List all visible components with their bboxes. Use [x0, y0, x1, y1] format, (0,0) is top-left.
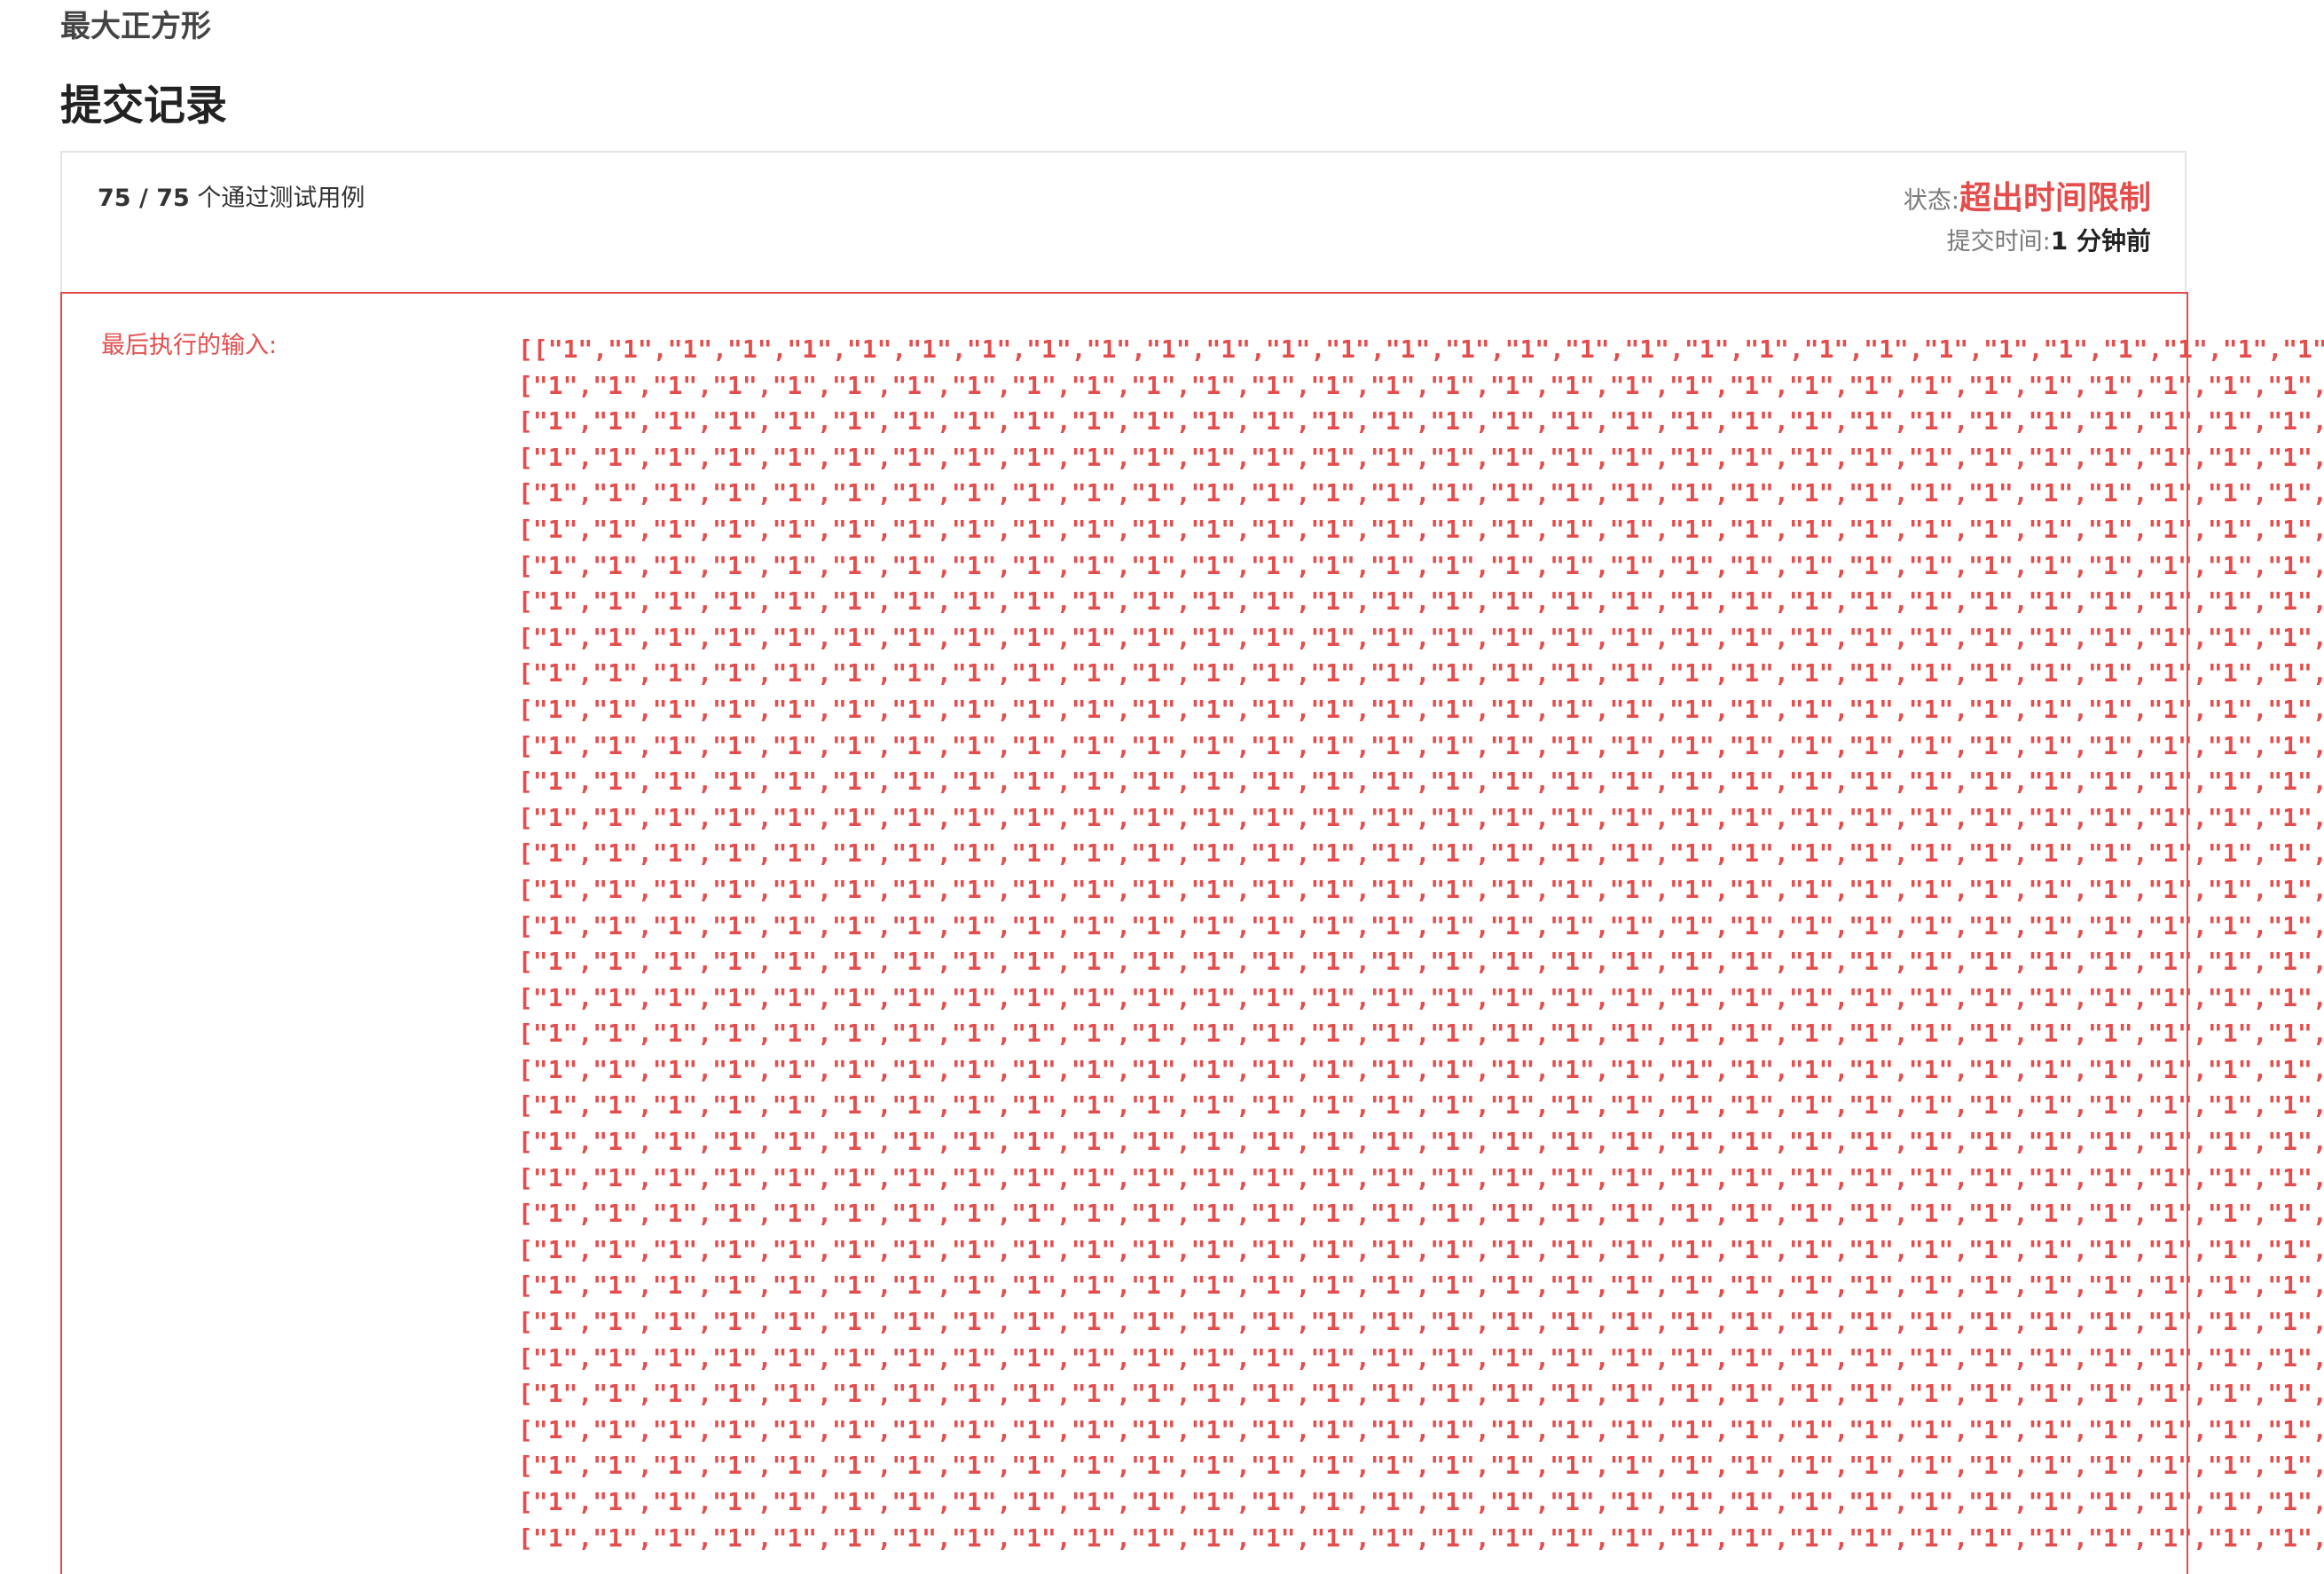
input-line: ["1","1","1","1","1","1","1","1","1","1"… — [518, 802, 2324, 832]
submit-time-label: 提交时间: — [1946, 228, 2051, 256]
input-line: ["1","1","1","1","1","1","1","1","1","1"… — [518, 478, 2324, 508]
status-row: 状态:超出时间限制 — [1904, 177, 2151, 225]
input-line: ["1","1","1","1","1","1","1","1","1","1"… — [518, 406, 2324, 437]
input-line: ["1","1","1","1","1","1","1","1","1","1"… — [518, 1451, 2324, 1481]
input-line: ["1","1","1","1","1","1","1","1","1","1"… — [518, 694, 2324, 724]
submission-page: 最大正方形 提交记录 75 / 75 个通过测试用例 状态:超出时间限制 提交时… — [0, 0, 2324, 1574]
input-line: ["1","1","1","1","1","1","1","1","1","1"… — [518, 1342, 2324, 1373]
input-line: ["1","1","1","1","1","1","1","1","1","1"… — [518, 1271, 2324, 1301]
input-line: ["1","1","1","1","1","1","1","1","1","1"… — [518, 1162, 2324, 1192]
input-line: ["1","1","1","1","1","1","1","1","1","1"… — [518, 767, 2324, 797]
input-line: ["1","1","1","1","1","1","1","1","1","1"… — [518, 550, 2324, 580]
input-line: ["1","1","1","1","1","1","1","1","1","1"… — [518, 442, 2324, 472]
submit-time-value: 1 分钟前 — [2050, 226, 2151, 256]
input-line: ["1","1","1","1","1","1","1","1","1","1"… — [518, 1307, 2324, 1337]
test-cases-passed: 75 / 75 个通过测试用例 — [98, 181, 365, 216]
input-line: ["1","1","1","1","1","1","1","1","1","1"… — [518, 910, 2324, 940]
passed-suffix: 个通过测试用例 — [189, 185, 365, 212]
input-line: ["1","1","1","1","1","1","1","1","1","1"… — [518, 514, 2324, 544]
status-badge: 超出时间限制 — [1959, 180, 2151, 216]
input-line: ["1","1","1","1","1","1","1","1","1","1"… — [518, 1127, 2324, 1157]
page-title: 提交记录 — [60, 82, 227, 130]
input-line: [["1","1","1","1","1","1","1","1","1","1… — [518, 334, 2324, 364]
last-input-label: 最后执行的输入: — [101, 332, 278, 359]
status-label: 状态: — [1903, 187, 1959, 215]
input-line: ["1","1","1","1","1","1","1","1","1","1"… — [518, 1019, 2324, 1049]
input-line: ["1","1","1","1","1","1","1","1","1","1"… — [518, 370, 2324, 400]
input-line: ["1","1","1","1","1","1","1","1","1","1"… — [518, 874, 2324, 904]
submission-summary: 75 / 75 个通过测试用例 状态:超出时间限制 提交时间:1 分钟前 — [60, 151, 2187, 293]
passed-count: 75 / 75 — [98, 185, 190, 212]
input-line: ["1","1","1","1","1","1","1","1","1","1"… — [518, 982, 2324, 1012]
input-line: ["1","1","1","1","1","1","1","1","1","1"… — [518, 1414, 2324, 1444]
problem-title[interactable]: 最大正方形 — [60, 5, 211, 48]
input-line: ["1","1","1","1","1","1","1","1","1","1"… — [518, 586, 2324, 617]
input-line: ["1","1","1","1","1","1","1","1","1","1"… — [518, 1054, 2324, 1084]
input-line: ["1","1","1","1","1","1","1","1","1","1"… — [518, 947, 2324, 977]
input-line: ["1","1","1","1","1","1","1","1","1","1"… — [518, 1234, 2324, 1264]
input-line: ["1","1","1","1","1","1","1","1","1","1"… — [518, 622, 2324, 652]
submit-time-row: 提交时间:1 分钟前 — [1947, 224, 2151, 263]
last-input-content: [["1","1","1","1","1","1","1","1","1","1… — [518, 332, 2324, 1574]
input-line: ["1","1","1","1","1","1","1","1","1","1"… — [518, 658, 2324, 689]
input-line: ["1","1","1","1","1","1","1","1","1","1"… — [518, 1090, 2324, 1121]
input-line: ["1","1","1","1","1","1","1","1","1","1"… — [518, 1379, 2324, 1409]
input-line: ["1","1","1","1","1","1","1","1","1","1"… — [518, 730, 2324, 760]
input-line: ["1","1","1","1","1","1","1","1","1","1"… — [518, 838, 2324, 869]
input-line: ["1","1","1","1","1","1","1","1","1","1"… — [518, 1199, 2324, 1229]
input-line: ["1","1","1","1","1","1","1","1","1","1"… — [518, 1487, 2324, 1516]
input-line: ["1","1","1","1","1","1","1","1","1","1"… — [518, 1523, 2324, 1553]
